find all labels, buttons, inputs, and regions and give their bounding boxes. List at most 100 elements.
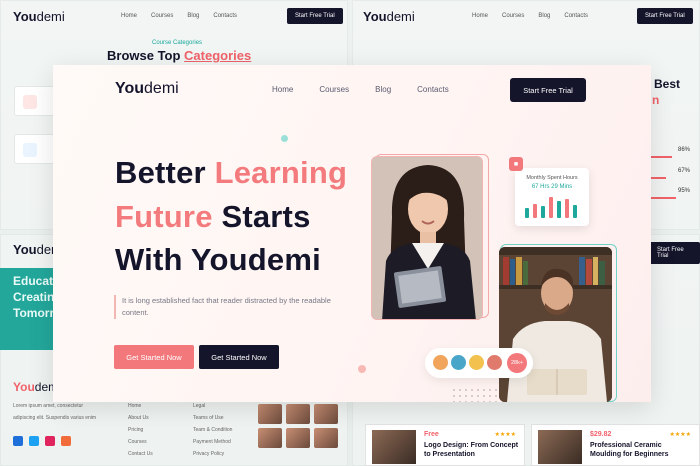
category-icon xyxy=(23,95,37,109)
stat-bar xyxy=(525,208,529,218)
avatar xyxy=(449,353,468,372)
bg-nav-home: Home xyxy=(121,13,138,19)
bg-footer-link: Team & Condition xyxy=(193,427,233,433)
twitter-icon xyxy=(29,436,39,446)
get-started-primary-button[interactable]: Get Started Now xyxy=(114,345,194,369)
main-nav: Home Courses Blog Contacts xyxy=(272,85,475,94)
bg-cta-2: Start Free Trial xyxy=(637,8,693,24)
instagram-icon xyxy=(61,436,71,446)
bg-footer-col-1: Home About Us Pricing Courses Contact Us xyxy=(128,400,153,460)
category-icon xyxy=(23,143,37,157)
bg-nav-contacts: Contacts xyxy=(564,13,589,19)
stat-label: Monthly Spent Hours xyxy=(526,175,578,181)
bg-progress-bar xyxy=(650,156,672,158)
bg-nav-contacts: Contacts xyxy=(213,13,238,19)
student-illustration xyxy=(372,157,482,319)
bg-percent: 67% xyxy=(678,168,691,174)
nav-blog[interactable]: Blog xyxy=(375,85,391,94)
avatar xyxy=(431,353,450,372)
gallery-image xyxy=(286,404,310,424)
decor-dot xyxy=(281,135,288,142)
bg-footer-link: Teams of Use xyxy=(193,415,224,421)
bg-course-card: Free ★★★★ Logo Design: From Concept to P… xyxy=(365,424,525,466)
star-rating-icon: ★★★★ xyxy=(494,432,516,438)
nav-home[interactable]: Home xyxy=(272,85,293,94)
course-image xyxy=(372,430,416,464)
gallery-image xyxy=(258,428,282,448)
bg-teal-line: Tomorr xyxy=(13,306,55,320)
bg-course-card: $29.82 ★★★★ Professional Ceramic Mouldin… xyxy=(531,424,700,466)
bg-percent: 95% xyxy=(678,188,691,194)
bg-categories-title: Browse Top Categories xyxy=(107,48,252,63)
nav-contacts[interactable]: Contacts xyxy=(417,85,449,94)
hero-heading-line-2: Future Starts xyxy=(115,199,311,234)
gallery-image xyxy=(286,428,310,448)
gallery-image xyxy=(314,428,338,448)
bg-footer-link: About Us xyxy=(128,415,149,421)
bg-footer-link: Privacy Policy xyxy=(193,451,225,457)
start-free-trial-button[interactable]: Start Free Trial xyxy=(510,78,586,102)
avatar xyxy=(467,353,486,372)
stat-bar xyxy=(565,199,569,218)
course-title: Logo Design: From Concept to Presentatio… xyxy=(424,442,519,458)
reading-student-photo xyxy=(499,247,612,402)
bg-percent: 86% xyxy=(678,147,691,153)
bg-teal-line: Educat xyxy=(13,274,54,288)
bg-progress-bar xyxy=(650,177,666,179)
bg-best-heading: Best xyxy=(654,77,681,91)
bg-footer-link: Courses xyxy=(128,439,147,445)
course-price: Free xyxy=(424,431,439,438)
bg-footer-link: Contact Us xyxy=(128,451,153,457)
brand-logo[interactable]: Youdemi xyxy=(115,80,179,98)
bg-nav-blog: Blog xyxy=(187,13,200,19)
stat-bar xyxy=(557,201,561,218)
bg-nav-home: Home xyxy=(472,13,489,19)
nav-courses[interactable]: Courses xyxy=(319,85,349,94)
monthly-hours-card: Monthly Spent Hours 67 Hrs 29 Mins xyxy=(515,168,589,226)
bg-progress-bar xyxy=(650,197,676,199)
decor-dot xyxy=(358,365,366,373)
hero-heading-line-3: With Youdemi xyxy=(115,242,321,277)
course-price: $29.82 xyxy=(590,431,612,438)
bg-nav: Home Courses Blog Contacts xyxy=(121,13,237,19)
pinterest-icon xyxy=(45,436,55,446)
decor-dot-grid xyxy=(451,387,501,402)
hero-heading-line-1: Better Learning xyxy=(115,155,348,190)
student-photo xyxy=(371,156,483,320)
stat-value: 67 Hrs 29 Mins xyxy=(531,184,573,190)
bg-cta-3: Start Free Trial xyxy=(649,242,700,264)
stat-bar xyxy=(573,205,577,218)
bg-footer-gallery xyxy=(258,404,338,448)
bg-footer-link: Payment Method xyxy=(193,439,231,445)
stat-bar xyxy=(541,206,545,218)
hero-description: It is long established fact that reader … xyxy=(114,295,354,319)
clock-icon: ■ xyxy=(509,157,523,171)
bg-footer-about: Lorem ipsum amet, consectetur adipiscing… xyxy=(13,403,97,421)
bg-nav-courses: Courses xyxy=(151,13,174,19)
bg-logo-2: Youdemi xyxy=(363,9,415,24)
bg-nav-blog: Blog xyxy=(538,13,551,19)
bg-teal-line: Creatin xyxy=(13,290,55,304)
bg-logo: Youdemi xyxy=(13,9,65,24)
learners-avatars: 28k+ xyxy=(425,348,533,378)
gallery-image xyxy=(314,404,338,424)
stat-bar xyxy=(549,197,553,218)
bg-nav-2: Home Courses Blog Contacts xyxy=(472,13,588,19)
bg-cta: Start Free Trial xyxy=(287,8,343,24)
course-title: Professional Ceramic Moulding for Beginn… xyxy=(590,442,669,458)
bg-categories-subtitle: Course Categories xyxy=(152,40,203,46)
star-rating-icon: ★★★★ xyxy=(669,432,691,438)
stat-bar-chart xyxy=(525,196,577,218)
learners-count-badge: 28k+ xyxy=(507,353,527,373)
stat-bar xyxy=(533,204,537,218)
bg-nav-courses: Courses xyxy=(502,13,525,19)
course-image xyxy=(538,430,582,464)
bg-best-heading-2: n xyxy=(652,93,660,107)
bg-footer-link: Pricing xyxy=(128,427,144,433)
hero-section: Youdemi Home Courses Blog Contacts Start… xyxy=(53,65,651,402)
reading-student-illustration xyxy=(499,247,612,402)
get-started-secondary-button[interactable]: Get Started Now xyxy=(199,345,279,369)
gallery-image xyxy=(258,404,282,424)
facebook-icon xyxy=(13,436,23,446)
avatar xyxy=(485,353,504,372)
